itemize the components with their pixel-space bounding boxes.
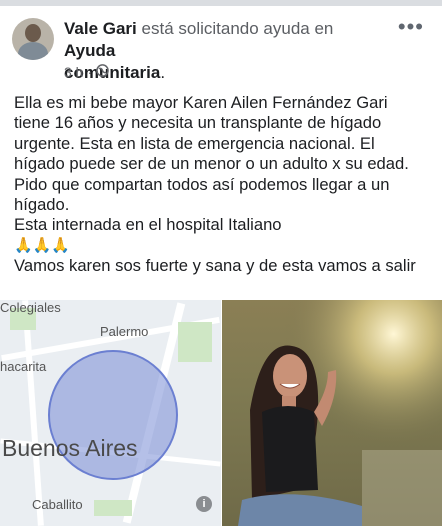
map-label-chacarita: hacarita (0, 359, 47, 374)
map-label-palermo: Palermo (100, 324, 149, 339)
prayer-hands-emoji: 🙏🙏🙏 (14, 236, 71, 254)
map-label-city: Buenos Aires (2, 435, 138, 461)
post-text-line: Ella es mi bebe mayor Karen Ailen Fernán… (14, 93, 388, 112)
meta-dot: · (87, 64, 93, 80)
title-period: . (160, 63, 166, 82)
more-options-icon[interactable]: ••• (398, 14, 424, 40)
group-name-line1[interactable]: Ayuda (64, 41, 115, 60)
post-text-line: hígado puede ser de un menor o un adulto… (14, 154, 409, 174)
post-body: Ella es mi bebe mayor Karen Ailen Fernán… (14, 93, 434, 276)
map-label-colegiales: Colegiales (0, 300, 61, 315)
post-closing-line: Vamos karen sos fuerte y sana y de esta … (14, 255, 416, 275)
info-icon[interactable]: i (196, 496, 212, 512)
post-text-line: Pido que compartan todos así podemos lle… (14, 174, 390, 194)
map-park (94, 500, 132, 516)
attached-photo[interactable] (222, 300, 442, 526)
avatar-body (18, 42, 48, 60)
map-park (178, 322, 212, 362)
author-avatar[interactable] (12, 18, 54, 60)
post-text-line: urgente. Esta en lista de emergencia nac… (14, 133, 375, 153)
globe-icon (96, 64, 109, 80)
post-text-line: tiene 16 años y necesita un transplante … (14, 113, 382, 133)
post-title: Vale Gari está solicitando ayuda en Ayud… (64, 18, 384, 84)
post-text-line: hígado. (14, 195, 70, 215)
author-name[interactable]: Vale Gari (64, 19, 137, 38)
post-header: Vale Gari está solicitando ayuda en Ayud… (0, 6, 442, 86)
map-road (22, 300, 44, 526)
post-action: está solicitando ayuda en (141, 19, 334, 38)
avatar-head (25, 24, 41, 42)
post-meta: 3 h · (64, 64, 109, 80)
post-time[interactable]: 3 h (64, 64, 83, 80)
map-label-caballito: Caballito (32, 497, 83, 512)
post-text-line: Esta internada en el hospital Italiano (14, 215, 282, 235)
map-preview[interactable]: Colegiales Palermo hacarita Buenos Aires… (0, 300, 221, 526)
photo-illustration (222, 300, 442, 526)
